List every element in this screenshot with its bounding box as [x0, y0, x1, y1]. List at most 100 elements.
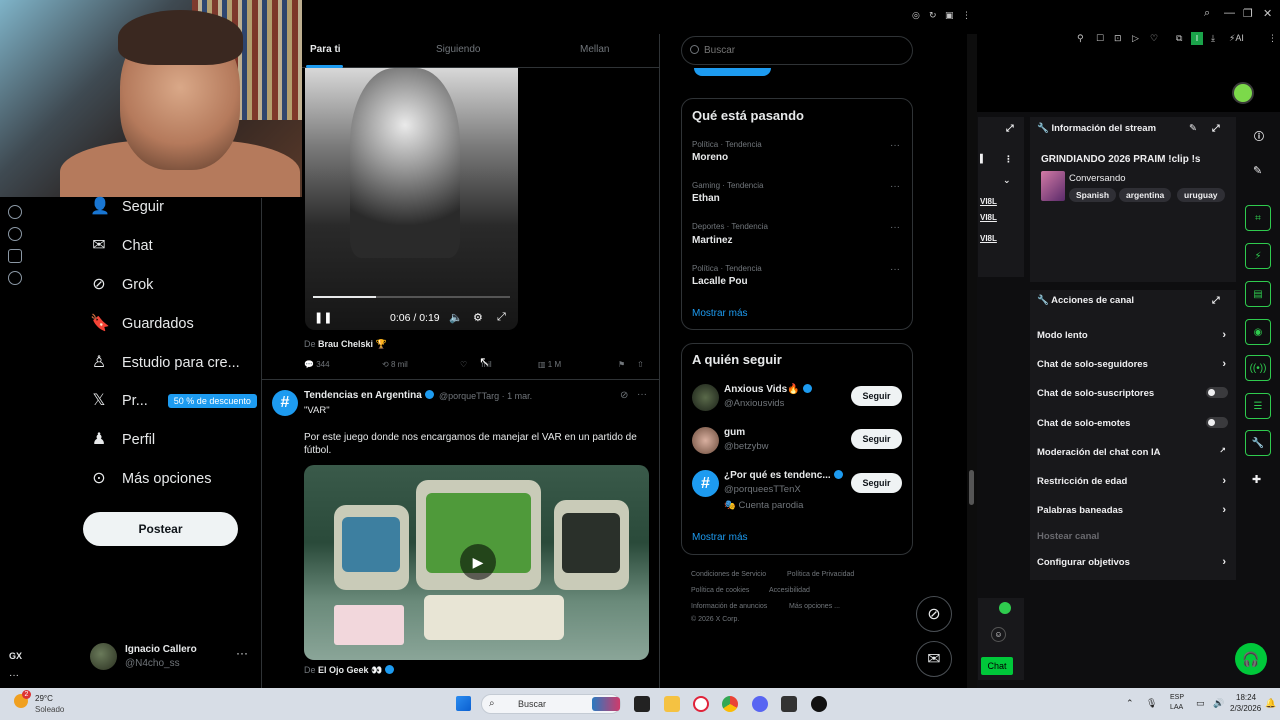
post3-source[interactable]: De El Ojo Geek 👀	[304, 665, 395, 676]
trend-more-icon[interactable]: ···	[890, 140, 900, 151]
info-icon[interactable]: ⓘ	[1254, 128, 1264, 143]
mic-icon[interactable]: 🎙	[1146, 698, 1157, 709]
bookmark-post-icon[interactable]: ⚑	[618, 360, 625, 369]
follow-name[interactable]: ¿Por qué es tendenc...	[724, 470, 843, 481]
follow-name[interactable]: Anxious Vids🔥	[724, 384, 812, 395]
nav-profile[interactable]: ♟ Perfil	[90, 425, 155, 455]
avatar[interactable]	[692, 384, 719, 411]
action-slow-mode[interactable]: Modo lento ›	[1037, 329, 1232, 341]
scrollbar-thumb[interactable]	[969, 470, 974, 505]
epic-games-icon[interactable]	[781, 696, 797, 712]
follow-button[interactable]: Seguir	[851, 473, 902, 493]
play-icon[interactable]: ▷	[1132, 33, 1139, 44]
grok-explain-icon[interactable]: ⊘	[620, 390, 628, 401]
post2-author[interactable]: Tendencias en Argentina	[304, 390, 434, 401]
video-settings-icon[interactable]: ⚙	[473, 311, 483, 324]
stream-tag[interactable]: Spanish	[1069, 188, 1117, 202]
tab-mellan[interactable]: Mellan	[580, 44, 609, 55]
stream-tag[interactable]: argentina	[1119, 188, 1172, 202]
trend-name[interactable]: Ethan	[692, 193, 720, 204]
legal-more[interactable]: Más opciones ...	[789, 603, 840, 610]
windows-start-icon[interactable]	[456, 696, 471, 711]
stream-tag[interactable]: uruguay	[1177, 188, 1225, 202]
legal-cookies[interactable]: Política de cookies	[691, 587, 749, 594]
legal-accessibility[interactable]: Accesibilidad	[769, 587, 810, 594]
nav-premium[interactable]: 𝕏 Pr... 50 % de descuento	[90, 386, 257, 416]
browser-action-icon[interactable]: ◎	[912, 10, 920, 21]
expand-icon[interactable]: ⤢	[1212, 123, 1220, 134]
nav-follow[interactable]: 👤 Seguir	[90, 192, 164, 222]
heart-icon[interactable]: ♡	[1150, 33, 1158, 44]
pause-icon[interactable]: ❚❚	[314, 311, 332, 324]
play-icon[interactable]: ▶	[460, 544, 496, 580]
network-icon[interactable]: ▭	[1196, 698, 1205, 709]
file-explorer-icon[interactable]	[664, 696, 680, 712]
screenshot-icon[interactable]: ⊡	[1114, 33, 1122, 44]
extensions-icon[interactable]	[8, 249, 22, 263]
clock-icon[interactable]	[8, 227, 22, 241]
trends-show-more[interactable]: Mostrar más	[692, 308, 748, 319]
language-code[interactable]: ESP	[1170, 694, 1184, 701]
strip-chevron-icon[interactable]: ⌄	[1003, 175, 1011, 186]
extensions-icon[interactable]: ⧉	[1176, 33, 1182, 44]
nav-bookmarks[interactable]: 🔖 Guardados	[90, 309, 194, 339]
stream-category[interactable]: Conversando	[1069, 173, 1126, 184]
follow-name[interactable]: gum	[724, 427, 745, 438]
clock-date[interactable]: 2/3/2026	[1230, 704, 1261, 713]
discord-icon[interactable]	[752, 696, 768, 712]
extension-green-icon[interactable]: I	[1191, 32, 1203, 45]
legal-privacy[interactable]: Política de Privacidad	[787, 571, 854, 578]
nav-creator-studio[interactable]: ♙ Estudio para cre...	[90, 348, 240, 378]
video-player[interactable]: ❚❚ 0:06 / 0:19 🔈 ⚙ ⤢	[305, 68, 518, 330]
post2-video-thumbnail[interactable]: ▶	[304, 465, 649, 660]
action-banned-words[interactable]: Palabras baneadas ›	[1037, 504, 1232, 516]
previous-card-button[interactable]	[694, 68, 771, 76]
action-subs-only[interactable]: Chat de solo-suscriptores	[1037, 387, 1232, 399]
messages-float-icon[interactable]: ✉	[916, 641, 952, 677]
views-button[interactable]: ▥ 1 M	[538, 360, 561, 369]
rail-more-icon[interactable]: ···	[9, 670, 19, 681]
trend-name[interactable]: Lacalle Pou	[692, 276, 748, 287]
action-followers-only[interactable]: Chat de solo-seguidores ›	[1037, 358, 1232, 370]
nav-grok[interactable]: ⊘ Grok	[90, 270, 153, 300]
share-icon[interactable]: ⇧	[637, 360, 644, 369]
subs-only-toggle[interactable]	[1206, 387, 1228, 398]
trend-more-icon[interactable]: ···	[890, 264, 900, 275]
avatar[interactable]	[692, 427, 719, 454]
expand-icon[interactable]: ⤢	[1212, 295, 1220, 306]
reload-icon[interactable]: ↻	[929, 10, 937, 21]
strip-pin-icon[interactable]: ▌	[980, 154, 986, 163]
browser-menu-icon[interactable]: ⋮	[1268, 33, 1277, 44]
volume-icon[interactable]: 🔈	[449, 311, 463, 324]
follow-button[interactable]: Seguir	[851, 429, 902, 449]
reply-button[interactable]: 💬 344	[304, 360, 330, 369]
mod-shortcut-wrench-icon[interactable]: 🔧	[1245, 430, 1271, 456]
search-input[interactable]	[681, 36, 913, 65]
account-switcher[interactable]: Ignacio Callero @N4cho_ss ···	[90, 640, 250, 672]
trend-more-icon[interactable]: ···	[890, 222, 900, 233]
emotes-only-toggle[interactable]	[1206, 417, 1228, 428]
follow-button[interactable]: Seguir	[851, 386, 902, 406]
tab-for-you[interactable]: Para ti	[310, 44, 341, 55]
volume-icon[interactable]: 🔊	[1213, 698, 1224, 709]
support-headset-icon[interactable]: 🎧	[1235, 643, 1267, 675]
search-icon[interactable]: ⌕	[1204, 7, 1210, 20]
taskview-icon[interactable]	[634, 696, 650, 712]
action-age-restriction[interactable]: Restricción de edad ›	[1037, 475, 1232, 487]
pin-icon[interactable]: ⚲	[1077, 33, 1084, 44]
strip-user[interactable]: VI8L	[980, 197, 997, 206]
account-more-icon[interactable]: ···	[236, 646, 248, 660]
strip-user[interactable]: VI8L	[980, 213, 997, 222]
app-icon[interactable]	[811, 696, 827, 712]
video-progress-bar[interactable]	[313, 296, 510, 298]
edit-icon[interactable]: ✎	[1189, 123, 1197, 134]
trend-more-icon[interactable]: ···	[890, 181, 900, 192]
legal-terms[interactable]: Condiciones de Servicio	[691, 571, 766, 578]
fullscreen-icon[interactable]: ⤢	[497, 311, 506, 324]
add-shortcut-icon[interactable]: ✚	[1252, 473, 1261, 486]
post-button[interactable]: Postear	[83, 512, 238, 546]
minimize-icon[interactable]: —	[1224, 7, 1235, 19]
pin-icon[interactable]: ▣	[945, 10, 954, 21]
post1-source[interactable]: De Brau Chelski 🏆	[304, 339, 387, 350]
download-icon[interactable]: ⤓	[1211, 33, 1215, 44]
